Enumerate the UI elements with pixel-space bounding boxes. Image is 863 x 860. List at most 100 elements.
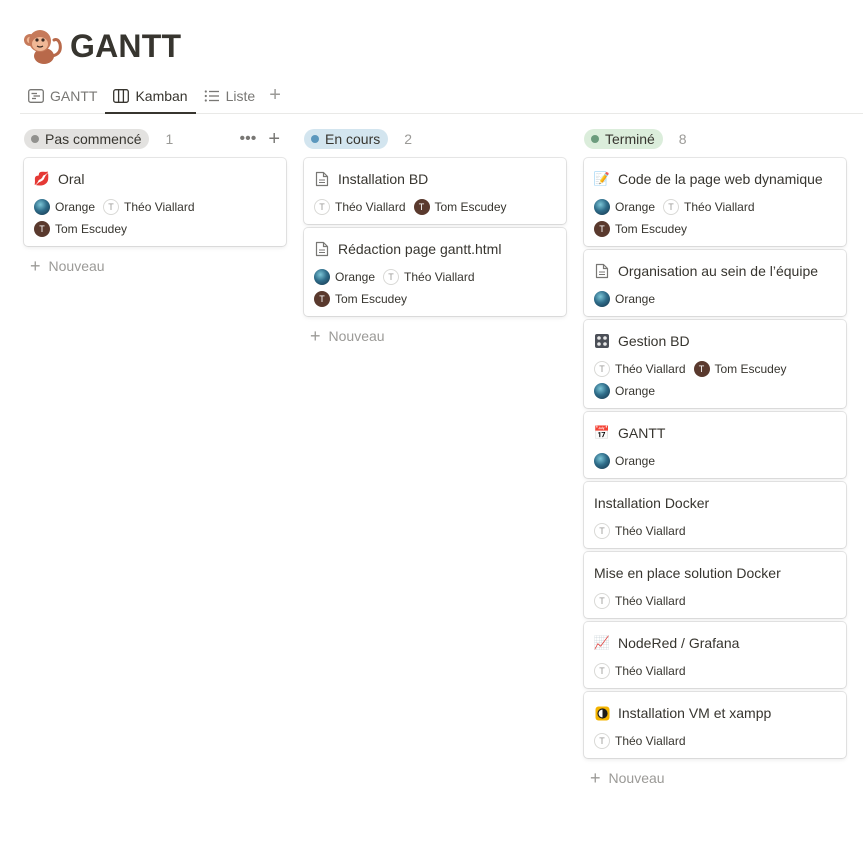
- status-label: En cours: [325, 131, 381, 147]
- card-title-text: Installation BD: [338, 171, 429, 187]
- status-badge[interactable]: En cours: [304, 129, 389, 149]
- page-header: GANTT: [22, 26, 181, 66]
- assignee[interactable]: Orange: [594, 382, 655, 400]
- card-title: Organisation au sein de l’équipe: [594, 260, 836, 282]
- kanban-card[interactable]: Installation Docker T Théo Viallard: [584, 482, 846, 548]
- column-header: En cours 2: [304, 128, 566, 150]
- kanban-card[interactable]: Organisation au sein de l’équipe Orange: [584, 250, 846, 316]
- lips-icon: 💋: [34, 171, 50, 187]
- assignee[interactable]: Orange: [34, 198, 95, 216]
- kanban-card[interactable]: 📝 Code de la page web dynamique Orange T Thé…: [584, 158, 846, 246]
- avatar: [594, 199, 610, 215]
- assignee[interactable]: T Théo Viallard: [594, 360, 686, 378]
- status-badge[interactable]: Terminé: [584, 129, 663, 149]
- assignee[interactable]: T Théo Viallard: [383, 268, 475, 286]
- card-title: Mise en place solution Docker: [594, 562, 836, 584]
- column-count: 2: [404, 131, 413, 147]
- assignee[interactable]: Orange: [594, 452, 655, 470]
- kanban-card[interactable]: Installation BD T Théo Viallard T Tom Escude…: [304, 158, 566, 224]
- calendar-icon: 📅: [594, 425, 610, 441]
- new-card-label: Nouveau: [608, 770, 665, 786]
- new-card-button[interactable]: + Nouveau: [24, 250, 286, 282]
- assignee[interactable]: T Théo Viallard: [103, 198, 195, 216]
- more-options-icon[interactable]: •••: [240, 128, 257, 150]
- avatar: T: [314, 199, 330, 215]
- column-count: 1: [165, 131, 174, 147]
- kanban-card[interactable]: 📅 GANTT Orange: [584, 412, 846, 478]
- avatar: T: [693, 361, 710, 377]
- assignee[interactable]: T Théo Viallard: [594, 732, 686, 750]
- kanban-card[interactable]: Mise en place solution Docker T Théo Viall…: [584, 552, 846, 618]
- add-view-button[interactable]: +: [263, 78, 287, 113]
- page-icon: [314, 241, 330, 257]
- assignee-name: Tom Escudey: [714, 362, 787, 376]
- column-actions: ••• +: [240, 128, 281, 150]
- assignee[interactable]: T Tom Escudey: [594, 220, 687, 238]
- assignee[interactable]: T Théo Viallard: [594, 592, 686, 610]
- assignee-name: Théo Viallard: [615, 734, 686, 748]
- tab-kamban[interactable]: Kamban: [105, 78, 196, 114]
- avatar: T: [413, 199, 430, 215]
- kanban-card[interactable]: Rédaction page gantt.html Orange T Théo Via…: [304, 228, 566, 316]
- assignee-list: Orange T Théo Viallard T Tom Escudey: [314, 268, 556, 308]
- page-title: GANTT: [70, 27, 182, 64]
- card-title-text: Rédaction page gantt.html: [338, 241, 502, 257]
- icon-glyph: 📅: [593, 425, 611, 440]
- assignee[interactable]: T Théo Viallard: [663, 198, 755, 216]
- view-tabs: GANTT Kamban Liste +: [20, 78, 863, 114]
- tab-gantt[interactable]: GANTT: [20, 78, 105, 113]
- kanban-card[interactable]: Gestion BD T Théo Viallard T Tom Escudey Oran…: [584, 320, 846, 408]
- new-card-button[interactable]: + Nouveau: [304, 320, 566, 352]
- assignee[interactable]: T Théo Viallard: [314, 198, 406, 216]
- add-card-plus-icon[interactable]: +: [268, 128, 280, 150]
- tab-liste[interactable]: Liste: [196, 78, 264, 113]
- status-badge[interactable]: Pas commencé: [24, 129, 150, 149]
- card-title-text: Installation Docker: [594, 495, 710, 511]
- assignee-name: Tom Escudey: [55, 222, 128, 236]
- column-header: Pas commencé 1 ••• +: [24, 128, 286, 150]
- card-title: 📅 GANTT: [594, 422, 836, 444]
- new-card-label: Nouveau: [328, 328, 385, 344]
- column-pas-commence: Pas commencé 1 ••• + 💋 Oral Orange T Théo Vialla…: [24, 128, 286, 794]
- assignee[interactable]: T Tom Escudey: [413, 198, 507, 216]
- card-title-text: GANTT: [618, 425, 666, 441]
- avatar: T: [314, 291, 330, 307]
- plus-icon: +: [269, 84, 281, 106]
- assignee-list: T Théo Viallard: [594, 662, 836, 680]
- card-title-text: Organisation au sein de l’équipe: [618, 263, 819, 279]
- timeline-icon: [28, 88, 44, 103]
- icon-glyph: 📝: [593, 171, 611, 186]
- assignee[interactable]: Orange: [594, 198, 655, 216]
- column-termine: Terminé 8 📝 Code de la page web dynamique Or…: [584, 128, 846, 794]
- new-card-button[interactable]: + Nouveau: [584, 762, 846, 794]
- card-title: 📈 NodeRed / Grafana: [594, 632, 836, 654]
- avatar: [594, 383, 610, 399]
- assignee-name: Tom Escudey: [434, 200, 507, 214]
- kanban-card[interactable]: 💋 Oral Orange T Théo Viallard T Tom Escudey: [24, 158, 286, 246]
- assignee-list: T Théo Viallard: [594, 522, 836, 540]
- status-dot: [31, 135, 39, 143]
- assignee-name: Théo Viallard: [124, 200, 195, 214]
- assignee-name: Orange: [615, 454, 656, 468]
- memo-icon: 📝: [594, 171, 610, 187]
- avatar: T: [594, 733, 610, 749]
- avatar: [34, 199, 50, 215]
- kanban-card[interactable]: 📈 NodeRed / Grafana T Théo Viallard: [584, 622, 846, 688]
- assignee[interactable]: T Théo Viallard: [594, 662, 686, 680]
- avatar: [314, 269, 330, 285]
- avatar: T: [103, 199, 120, 215]
- kanban-board: Pas commencé 1 ••• + 💋 Oral Orange T Théo Vialla…: [24, 128, 846, 794]
- assignee-name: Orange: [615, 384, 656, 398]
- tab-label: Liste: [225, 87, 256, 104]
- assignee[interactable]: T Tom Escudey: [693, 360, 787, 378]
- icon-glyph: 📈: [593, 635, 611, 650]
- assignee[interactable]: Orange: [314, 268, 375, 286]
- assignee[interactable]: T Tom Escudey: [34, 220, 127, 238]
- kanban-card[interactable]: Installation VM et xampp T Théo Viallard: [584, 692, 846, 758]
- assignee-list: T Théo Viallard T Tom Escudey: [314, 198, 556, 216]
- assignee[interactable]: Orange: [594, 290, 655, 308]
- card-title: Gestion BD: [594, 330, 836, 352]
- plus-icon: +: [310, 326, 321, 346]
- assignee[interactable]: T Tom Escudey: [314, 290, 407, 308]
- assignee[interactable]: T Théo Viallard: [594, 522, 686, 540]
